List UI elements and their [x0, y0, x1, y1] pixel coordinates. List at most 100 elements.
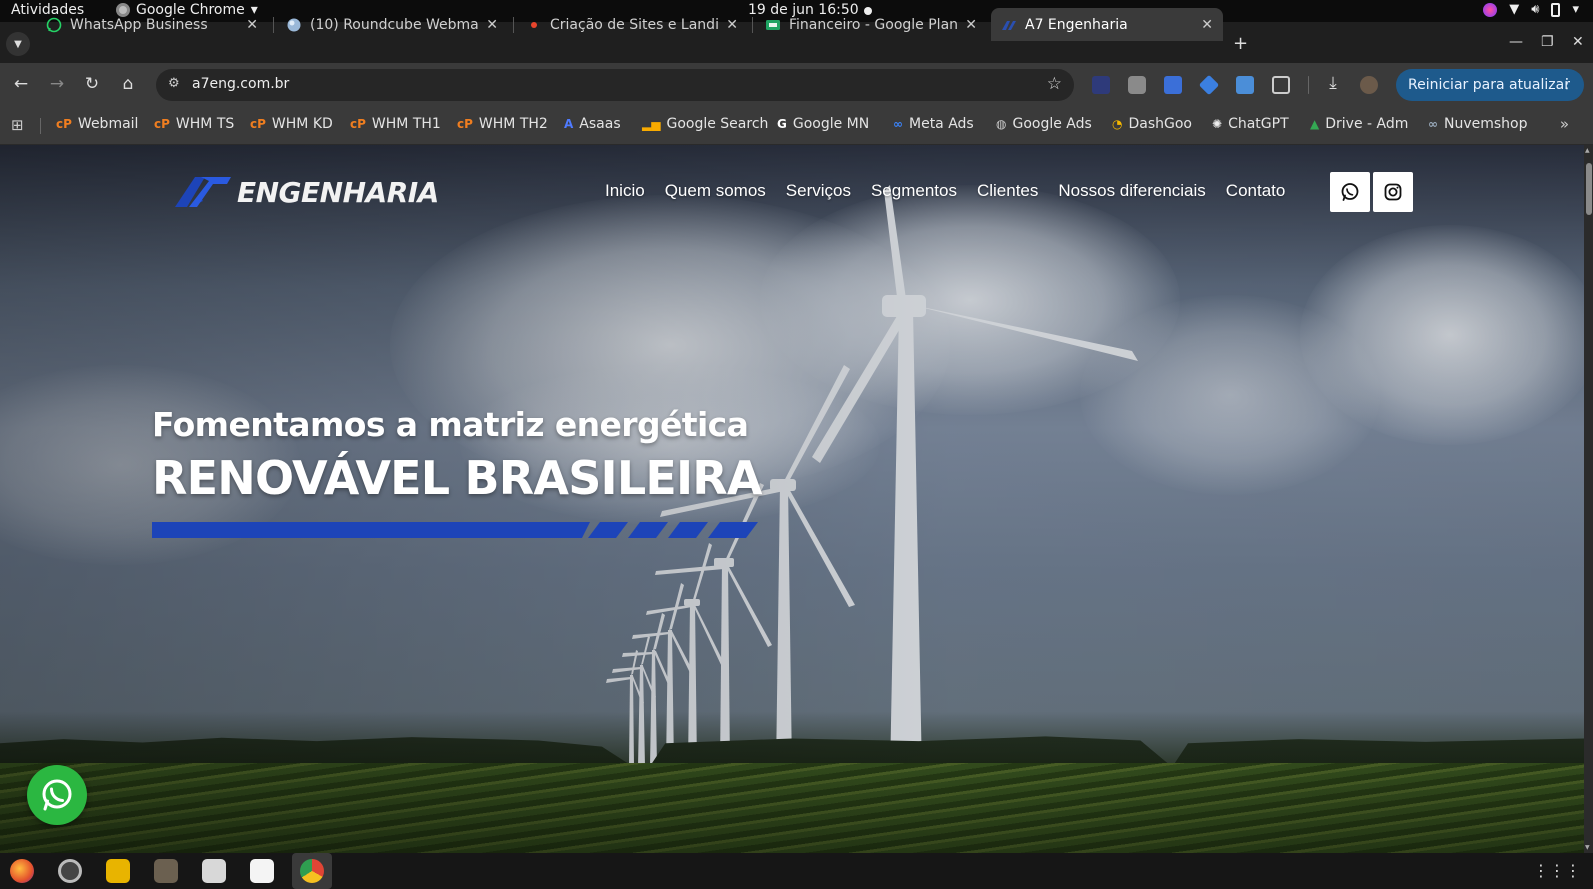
dashgoo-icon: ◔ — [1112, 117, 1123, 131]
files-icon[interactable] — [202, 859, 226, 883]
hero-headline-line-2: RENOVÁVEL BRASILEIRA — [152, 451, 763, 505]
bookmark-whm-ts[interactable]: cP WHM TS — [154, 116, 234, 132]
bookmark-meta-ads[interactable]: ∞ Meta Ads — [893, 116, 974, 132]
reload-button[interactable]: ↻ — [81, 74, 103, 94]
scroll-thumb[interactable] — [1586, 163, 1592, 215]
update-button[interactable]: Reiniciar para atualizar ⋮ — [1396, 69, 1584, 101]
bookmark-drive-adm[interactable]: ▲ Drive - Adm — [1310, 116, 1408, 132]
close-window-button[interactable]: ✕ — [1572, 34, 1584, 50]
show-apps-icon[interactable]: ⋮⋮⋮ — [1533, 861, 1581, 880]
close-icon[interactable]: ✕ — [246, 17, 258, 33]
avatar[interactable] — [1360, 76, 1378, 94]
calculator-icon[interactable] — [106, 859, 130, 883]
tab-search-button[interactable]: ▼ — [6, 32, 30, 56]
volume-icon: 🔊︎ — [1531, 2, 1540, 17]
screenshot-icon[interactable] — [1236, 76, 1254, 94]
gimp-icon[interactable] — [154, 859, 178, 883]
forward-button[interactable]: → — [46, 74, 68, 94]
restore-icon: ❐ — [1541, 34, 1554, 50]
translate-icon[interactable] — [1164, 76, 1182, 94]
address-bar[interactable]: ⚙ a7eng.com.br ☆ — [156, 69, 1074, 101]
tab-whatsapp[interactable]: WhatsApp Business ✕ — [36, 8, 268, 41]
bookmark-nuvemshop[interactable]: ∞ Nuvemshop — [1428, 116, 1528, 132]
a7-logo-mark — [175, 177, 231, 207]
power-menu-icon: ▾ — [1572, 2, 1579, 17]
nav-link-quem-somos[interactable]: Quem somos — [665, 181, 766, 201]
nav-link-servicos[interactable]: Serviços — [786, 181, 851, 201]
camera-icon[interactable] — [1128, 76, 1146, 94]
apps-grid-icon[interactable]: ⊞ — [11, 116, 24, 134]
bookmark-whm-th1[interactable]: cP WHM TH1 — [350, 116, 441, 132]
download-button[interactable]: ⤓ — [1322, 73, 1344, 93]
tab-title: Financeiro - Google Planilhas — [789, 16, 959, 33]
whatsapp-icon — [46, 17, 62, 33]
instagram-social-button[interactable] — [1373, 172, 1413, 212]
close-icon[interactable]: ✕ — [1201, 17, 1213, 33]
page-scrollbar[interactable]: ▲ ▼ — [1584, 145, 1593, 853]
tab-a7-engenharia[interactable]: A7 Engenharia ✕ — [991, 8, 1223, 41]
bookmarks-bar: ⊞ cP Webmail cP WHM TS cP WHM KD cP WHM TH1 … — [0, 107, 1593, 145]
home-button[interactable]: ⌂ — [117, 74, 139, 94]
kebab-menu-icon[interactable]: ⋮ — [1560, 76, 1574, 92]
instagram-icon — [1384, 183, 1402, 201]
nav-link-clientes[interactable]: Clientes — [977, 181, 1038, 201]
minimize-button[interactable]: — — [1509, 34, 1523, 50]
bookmark-whm-kd[interactable]: cP WHM KD — [250, 116, 333, 132]
bookmark-star-icon[interactable]: ☆ — [1047, 74, 1062, 94]
logo-text: ENGENHARIA — [237, 175, 439, 209]
whatsapp-icon — [42, 779, 72, 811]
chrome-icon[interactable] — [300, 859, 324, 883]
close-icon[interactable]: ✕ — [486, 17, 498, 33]
text-editor-icon[interactable] — [250, 859, 274, 883]
whatsapp-social-button[interactable] — [1330, 172, 1370, 212]
browser-toolbar: ← → ↻ ⌂ ⚙ a7eng.com.br ☆ ⤓ Reiniciar par… — [0, 63, 1593, 107]
bookmark-google-ads[interactable]: ◍ Google Ads — [996, 116, 1092, 132]
minimize-icon: — — [1509, 34, 1523, 50]
extension-meta-icon[interactable] — [1092, 76, 1110, 94]
bookmark-google-search[interactable]: ▂▅ Google Search — [642, 116, 768, 132]
nav-link-inicio[interactable]: Inicio — [605, 181, 645, 201]
battery-icon — [1551, 2, 1561, 17]
meta-icon: ∞ — [893, 117, 903, 131]
close-icon[interactable]: ✕ — [726, 17, 738, 33]
scroll-up-icon[interactable]: ▲ — [1585, 147, 1590, 154]
toolbar-separator — [1308, 76, 1309, 94]
bookmark-webmail[interactable]: cP Webmail — [56, 116, 138, 132]
url-text[interactable]: a7eng.com.br — [192, 76, 289, 92]
wifi-icon: ▼ — [1509, 2, 1520, 17]
download-icon: ⤓ — [1329, 73, 1337, 93]
tab-criacao-sites[interactable]: Criação de Sites e Landing ✕ — [516, 8, 748, 41]
bookmark-asaas[interactable]: A Asaas — [564, 116, 621, 132]
tab-separator — [752, 17, 753, 33]
close-icon[interactable]: ✕ — [965, 17, 977, 33]
tab-roundcube[interactable]: (10) Roundcube Webmail ✕ — [276, 8, 508, 41]
tab-financeiro[interactable]: Financeiro - Google Planilhas ✕ — [755, 8, 987, 41]
bookmark-whm-th2[interactable]: cP WHM TH2 — [457, 116, 548, 132]
hero-headline-line-1: Fomentamos a matriz energética — [152, 405, 749, 444]
system-tray[interactable]: ▼ 🔊︎ ▾ — [1483, 2, 1579, 17]
whatsapp-floating-button[interactable] — [27, 765, 87, 825]
site-info-icon[interactable]: ⚙ — [168, 76, 180, 91]
puzzle-icon[interactable] — [1272, 76, 1290, 94]
nav-link-segmentos[interactable]: Segmentos — [871, 181, 957, 201]
arrow-left-icon: ← — [13, 74, 29, 94]
new-tab-button[interactable]: + — [1233, 33, 1248, 54]
maximize-button[interactable]: ❐ — [1541, 34, 1554, 50]
nav-link-diferenciais[interactable]: Nossos diferenciais — [1058, 181, 1205, 201]
firefox-icon[interactable] — [10, 859, 34, 883]
settings-icon[interactable] — [58, 859, 82, 883]
google-icon: G — [777, 117, 787, 131]
bookmarks-overflow-icon[interactable]: » — [1560, 115, 1569, 133]
nuvemshop-icon: ∞ — [1428, 117, 1438, 131]
cpanel-icon: cP — [457, 117, 473, 131]
bookmark-dashgoo[interactable]: ◔ DashGoo — [1112, 116, 1192, 132]
site-logo[interactable]: ENGENHARIA — [173, 175, 439, 209]
bookmark-google-mn[interactable]: G Google MN — [777, 116, 869, 132]
back-button[interactable]: ← — [10, 74, 32, 94]
bookmark-chatgpt[interactable]: ✺ ChatGPT — [1212, 116, 1289, 132]
tag-icon[interactable] — [1198, 74, 1220, 96]
headline-underline-bar — [152, 522, 758, 538]
scroll-down-icon[interactable]: ▼ — [1585, 844, 1590, 851]
update-button-label: Reiniciar para atualizar — [1408, 77, 1570, 93]
nav-link-contato[interactable]: Contato — [1226, 181, 1286, 201]
